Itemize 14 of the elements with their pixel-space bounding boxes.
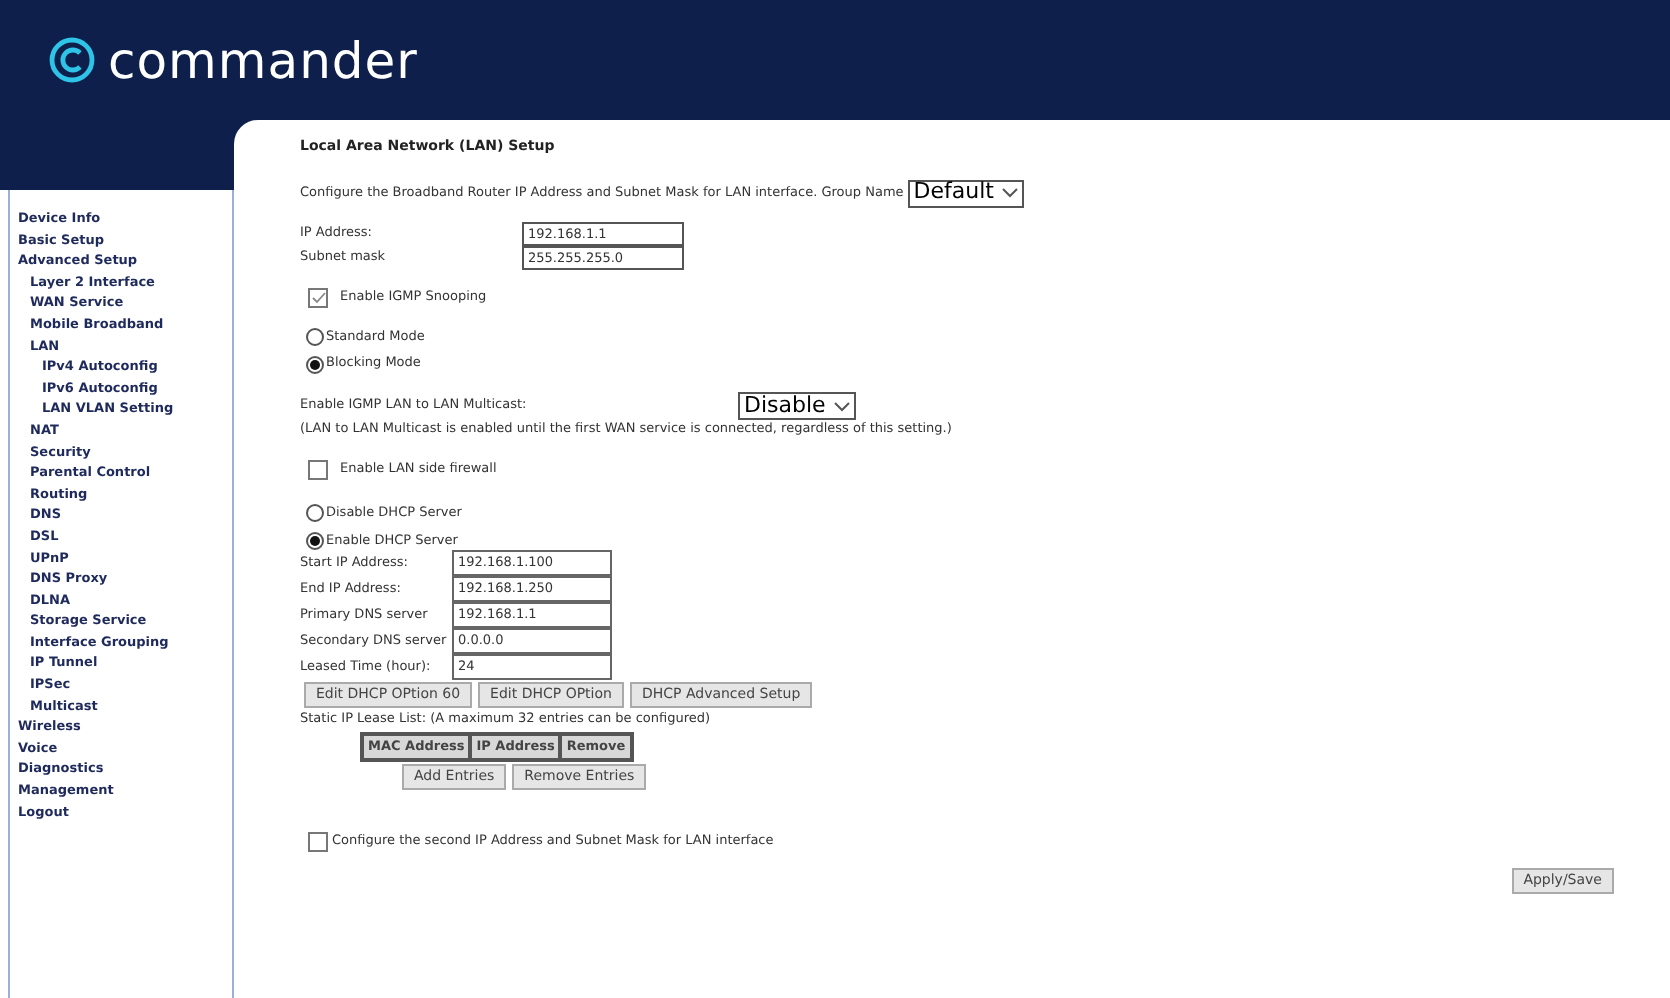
checkbox[interactable] bbox=[308, 832, 328, 852]
dropdown[interactable]: Default bbox=[907, 179, 1024, 207]
checkbox[interactable] bbox=[308, 459, 328, 480]
logo-icon bbox=[48, 36, 96, 84]
brand-name: commander bbox=[108, 35, 418, 85]
radio-button[interactable] bbox=[306, 327, 324, 346]
checkbox[interactable] bbox=[308, 287, 328, 307]
caret-icon bbox=[833, 401, 850, 411]
dropdown[interactable]: Disable bbox=[738, 392, 856, 420]
checkmark-icon bbox=[311, 291, 325, 303]
caret-icon bbox=[1001, 188, 1018, 198]
radio-button[interactable] bbox=[306, 531, 324, 550]
radio-button[interactable] bbox=[306, 355, 324, 374]
radio-button[interactable] bbox=[306, 504, 324, 523]
